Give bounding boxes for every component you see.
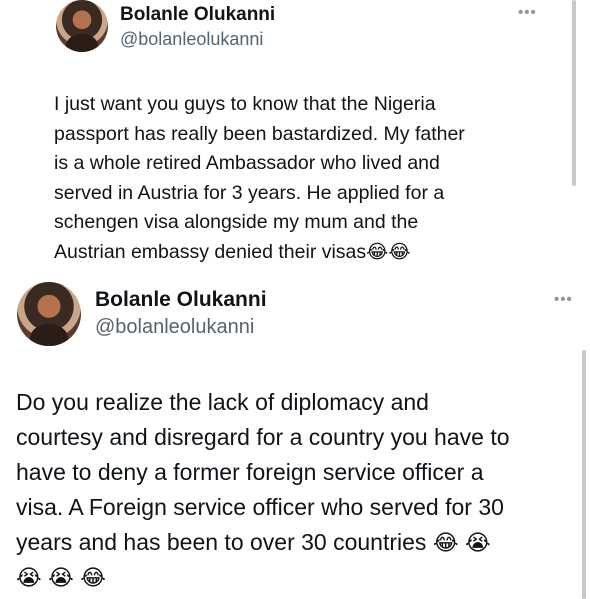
more-icon[interactable]: •••	[518, 5, 537, 20]
author-name[interactable]: Bolanle Olukanni	[95, 288, 267, 312]
tweet-1[interactable]: Bolanle Olukanni @bolanleolukanni ••• I …	[0, 0, 590, 270]
tweet-text: I just want you guys to know that the Ni…	[54, 90, 534, 267]
laughing-emoji: 😂	[366, 241, 389, 263]
scrollbar[interactable]	[572, 0, 576, 186]
author-name[interactable]: Bolanle Olukanni	[120, 4, 275, 26]
author-handle[interactable]: @bolanleolukanni	[95, 316, 254, 339]
laughing-emoji: 😂	[432, 530, 459, 555]
laughing-emoji: 😂	[388, 241, 411, 263]
tweet-text: Do you realize the lack of diplomacy and…	[16, 385, 576, 595]
crying-emoji: 😭	[464, 530, 491, 555]
author-handle[interactable]: @bolanleolukanni	[120, 29, 263, 50]
tweet-2[interactable]: Bolanle Olukanni @bolanleolukanni ••• Do…	[0, 270, 590, 599]
scrollbar[interactable]	[582, 350, 586, 599]
avatar[interactable]	[56, 0, 108, 52]
avatar[interactable]	[17, 282, 81, 346]
laughing-emoji: 😂	[80, 565, 106, 590]
more-icon[interactable]: •••	[554, 292, 573, 307]
crying-emoji: 😭	[48, 565, 74, 590]
crying-emoji: 😭	[16, 565, 42, 590]
